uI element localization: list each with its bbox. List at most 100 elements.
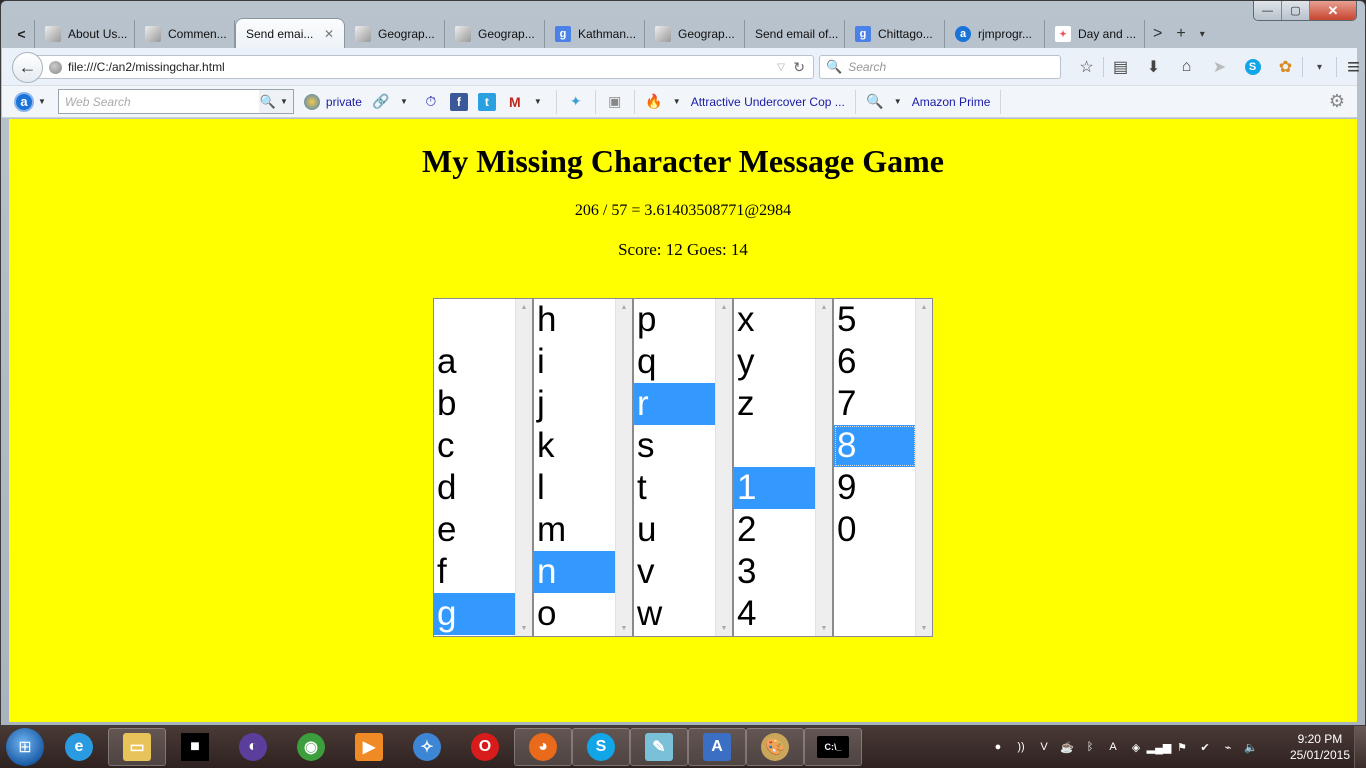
facebook-share-button[interactable]: f [449,92,468,111]
select-option[interactable]: 0 [834,509,916,551]
chevron-down-icon[interactable]: ▼ [38,97,46,106]
scroll-down-arrow-icon[interactable]: ▼ [616,620,632,636]
tab-scroll-right-button[interactable]: > [1153,25,1162,43]
select-option[interactable]: v [634,551,716,593]
bluetooth-icon[interactable]: ᛒ [1082,739,1098,755]
power-icon[interactable]: ⌁ [1220,739,1236,755]
select-option[interactable]: k [534,425,616,467]
private-button[interactable]: private [303,93,362,110]
select-option-selected[interactable]: 1 [734,467,816,509]
v-app-icon[interactable]: V [1036,739,1052,755]
maximize-button[interactable]: ▢ [1282,1,1310,20]
site-identity-icon[interactable] [49,60,62,74]
attractive-bookmark[interactable]: 🔥 ▼ Attractive Undercover Cop ... [645,93,845,111]
tab-kathmandu[interactable]: g Kathman... [545,20,645,48]
select-option[interactable]: 9 [834,467,916,509]
select-option[interactable]: s [634,425,716,467]
select-option[interactable]: x [734,299,816,341]
select-option-selected[interactable]: n [534,551,616,593]
select-option[interactable]: q [634,341,716,383]
select-option[interactable]: t [634,467,716,509]
taskbar-command-prompt[interactable]: C:\_ [804,728,862,766]
select-option[interactable] [734,425,816,467]
usb-safe-remove-icon[interactable]: ✔ [1197,739,1213,755]
character-select-2[interactable]: h i j k l m n o ▲ ▼ [533,298,633,637]
web-search-input[interactable]: Web Search 🔍 ▼ [57,89,294,114]
scroll-up-arrow-icon[interactable]: ▲ [616,299,632,315]
taskbar-wordpad[interactable]: A [688,728,746,766]
link-button[interactable]: 🔗 ▼ [372,93,412,111]
close-tab-icon[interactable]: ✕ [318,27,334,41]
select-option[interactable]: w [634,593,716,635]
select-scrollbar[interactable]: ▲ ▼ [615,299,632,636]
skype-button[interactable]: S [1236,56,1269,78]
select-option[interactable]: 5 [834,299,916,341]
select-option[interactable]: e [434,509,516,551]
tab-comments[interactable]: Commen... [135,20,235,48]
select-option[interactable]: d [434,467,516,509]
wifi-signal-icon[interactable]: )) [1013,739,1029,755]
select-option[interactable]: 3 [734,551,816,593]
url-bar[interactable]: file:///C:/an2/missingchar.html ▽ ↻ [30,55,814,79]
character-select-3[interactable]: p q r s t u v w ▲ ▼ [633,298,733,637]
start-button[interactable]: ⊞ [6,728,44,766]
back-button[interactable]: ← [12,52,43,83]
select-option[interactable]: z [734,383,816,425]
select-option[interactable]: 6 [834,341,916,383]
action-center-flag-icon[interactable]: ⚑ [1174,739,1190,755]
close-window-button[interactable]: ✕ [1310,1,1356,20]
taskbar-media-player[interactable]: ▶ [340,728,398,766]
select-option[interactable]: h [534,299,616,341]
network-app-icon[interactable]: ◈ [1128,739,1144,755]
select-option[interactable]: b [434,383,516,425]
green-status-icon[interactable]: ● [990,739,1006,755]
taskbar-chrome[interactable]: ◉ [282,728,340,766]
taskbar-file-explorer[interactable]: ▭ [108,728,166,766]
url-history-dropdown-icon[interactable]: ▽ [777,62,785,73]
tab-send-email-active[interactable]: Send emai... ✕ [235,18,345,48]
taskbar-firefox[interactable]: ◕ [514,728,572,766]
scroll-down-arrow-icon[interactable]: ▼ [716,620,732,636]
select-scrollbar[interactable]: ▲ ▼ [915,299,932,636]
tab-geography-1[interactable]: Geograp... [345,20,445,48]
minimize-button[interactable]: — [1254,1,1282,20]
twitter-share-button[interactable]: t [477,92,496,111]
url-text[interactable]: file:///C:/an2/missingchar.html [68,60,225,74]
more-tools-dropdown-icon[interactable]: ▾ [1303,56,1336,78]
scroll-up-arrow-icon[interactable]: ▲ [516,299,532,315]
character-select-4[interactable]: x y z 1 2 3 4 ▲ ▼ [733,298,833,637]
select-option[interactable]: i [534,341,616,383]
scroll-up-arrow-icon[interactable]: ▲ [916,299,932,315]
select-option-selected[interactable]: r [634,383,716,425]
select-option[interactable]: m [534,509,616,551]
tab-day-and-night[interactable]: ✦ Day and ... [1045,20,1145,48]
tab-send-email-of[interactable]: Send email of... [745,20,845,48]
select-option[interactable]: u [634,509,716,551]
bug-icon[interactable]: ✿ [1269,56,1302,78]
taskbar-internet-explorer[interactable]: e [50,728,108,766]
scroll-down-arrow-icon[interactable]: ▼ [916,620,932,636]
show-desktop-button[interactable] [1354,726,1366,768]
gmail-button[interactable]: M ▼ [506,93,546,111]
sparkle-button[interactable]: ✦ [567,93,585,111]
select-option[interactable] [434,299,516,341]
tab-geography-2[interactable]: Geograp... [445,20,545,48]
scroll-down-arrow-icon[interactable]: ▼ [816,620,832,636]
select-option[interactable]: j [534,383,616,425]
signal-bars-icon[interactable]: ▂▄▆ [1147,739,1172,755]
list-all-tabs-button[interactable]: ▾ [1200,29,1205,40]
taskbar-safari[interactable]: ✧ [398,728,456,766]
java-icon[interactable]: ☕ [1059,739,1075,755]
select-option[interactable]: c [434,425,516,467]
menu-icon[interactable]: ≡ [1337,54,1366,79]
select-scrollbar[interactable]: ▲ ▼ [715,299,732,636]
send-icon[interactable]: ➤ [1203,56,1236,78]
select-option[interactable]: 2 [734,509,816,551]
select-option[interactable]: o [534,593,616,635]
reload-icon[interactable]: ↻ [793,59,805,76]
select-option-selected[interactable]: g [434,593,516,635]
volume-icon[interactable]: 🔈 [1243,739,1259,755]
clock[interactable]: 9:20 PM 25/01/2015 [1290,731,1350,763]
select-scrollbar[interactable]: ▲ ▼ [815,299,832,636]
timer-button[interactable]: ⏱ [422,93,440,111]
